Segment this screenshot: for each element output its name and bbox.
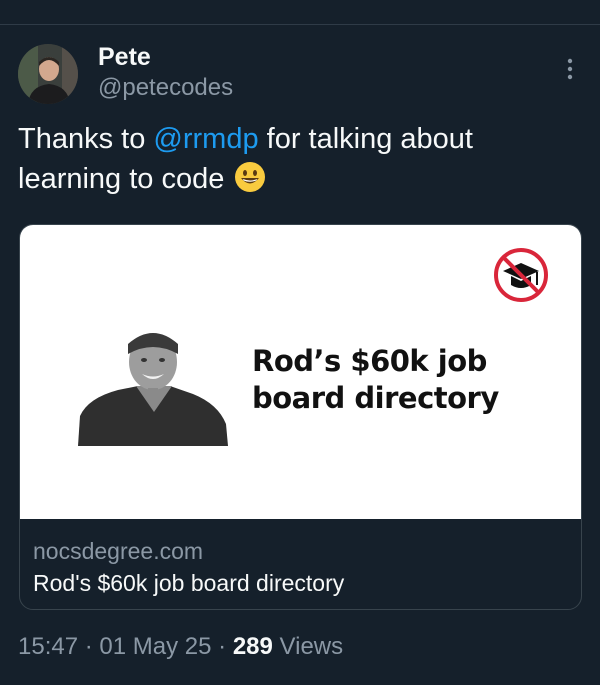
tweet-date[interactable]: 01 May 25 [99,633,211,660]
card-headline: Rod’s $60k job board directory [252,344,499,415]
card-domain: nocsdegree.com [33,538,204,564]
meta-separator: · [218,633,227,660]
views-count: 289 [232,633,273,660]
tweet-text-before: Thanks to [18,123,154,155]
views-label: Views [279,633,344,660]
author-avatar[interactable] [18,44,78,104]
author-handle[interactable]: @petecodes [98,74,233,102]
meta-separator: · [84,633,93,660]
no-graduation-cap-icon [494,248,548,302]
tweet-meta: 15:47 · 01 May 25 · 289 Views [18,632,343,662]
link-preview-card[interactable]: Rod’s $60k job board directory nocsdegre… [19,224,582,610]
card-title: Rod's $60k job board directory [33,570,345,596]
grinning-face-icon [235,162,266,192]
mention-link[interactable]: @rrmdp [153,123,258,155]
author-name[interactable]: Pete [98,42,151,72]
more-options-icon[interactable] [560,56,580,82]
tweet-time[interactable]: 15:47 [18,633,78,660]
top-divider [0,24,600,25]
tweet-text: Thanks to @rrmdp for talking about learn… [18,119,578,199]
avatar-photo [18,44,78,104]
card-image: Rod’s $60k job board directory [20,225,581,519]
person-photo [78,324,228,446]
